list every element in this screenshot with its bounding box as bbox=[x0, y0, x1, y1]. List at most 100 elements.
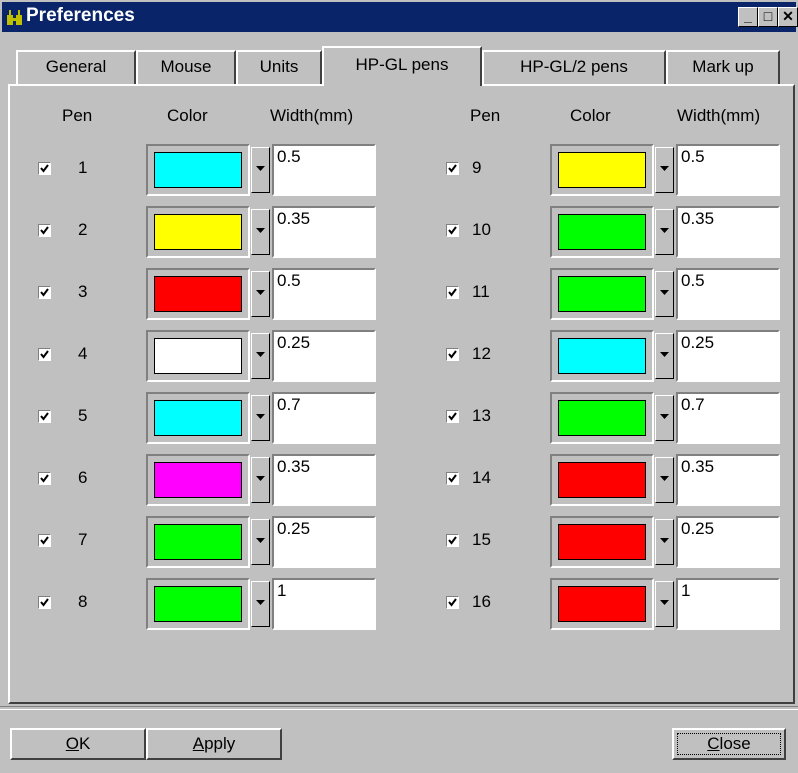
color-swatch-frame bbox=[550, 206, 654, 258]
pen-row: 16 1 bbox=[10, 578, 790, 630]
pen-enabled-checkbox[interactable] bbox=[446, 596, 459, 609]
color-swatch-frame bbox=[550, 578, 654, 630]
pen-row: 11 0.5 bbox=[10, 268, 790, 320]
pen-color-dropdown[interactable] bbox=[550, 516, 676, 568]
pen-header-left: Pen bbox=[62, 106, 93, 125]
pen-width-field[interactable]: 0.5 bbox=[676, 268, 780, 320]
pen-enabled-checkbox[interactable] bbox=[446, 224, 459, 237]
pen-number: 10 bbox=[472, 220, 491, 239]
tab-hpgl2-pens[interactable]: HP-GL/2 pens bbox=[482, 50, 666, 84]
pen-width-field[interactable]: 0.25 bbox=[676, 330, 780, 382]
pen-row: 12 0.25 bbox=[10, 330, 790, 382]
pen-width-field[interactable]: 0.5 bbox=[676, 144, 780, 196]
button-separator bbox=[0, 706, 798, 710]
pen-enabled-checkbox[interactable] bbox=[446, 534, 459, 547]
pen-color-dropdown[interactable] bbox=[550, 144, 676, 196]
pen-color-dropdown[interactable] bbox=[550, 268, 676, 320]
color-swatch-frame bbox=[550, 268, 654, 320]
color-swatch bbox=[558, 152, 646, 188]
dropdown-arrow-button[interactable] bbox=[655, 395, 674, 441]
color-header-right: Color bbox=[570, 106, 611, 125]
pen-color-dropdown[interactable] bbox=[550, 330, 676, 382]
chevron-down-icon bbox=[660, 476, 669, 481]
close-button[interactable]: Close bbox=[672, 728, 786, 760]
color-swatch bbox=[558, 338, 646, 374]
pen-row: 10 0.35 bbox=[10, 206, 790, 258]
close-label-rest: lose bbox=[719, 734, 751, 753]
dropdown-arrow-button[interactable] bbox=[655, 271, 674, 317]
pen-color-dropdown[interactable] bbox=[550, 206, 676, 258]
minimize-button[interactable]: _ bbox=[738, 7, 758, 27]
pen-number: 13 bbox=[472, 406, 491, 425]
dropdown-arrow-button[interactable] bbox=[655, 581, 674, 627]
title-bar[interactable]: Preferences _ □ ✕ bbox=[2, 2, 798, 32]
chevron-down-icon bbox=[660, 228, 669, 233]
color-swatch bbox=[558, 524, 646, 560]
apply-label-rest: pply bbox=[204, 734, 236, 753]
pen-number: 11 bbox=[472, 282, 490, 301]
pen-enabled-checkbox[interactable] bbox=[446, 472, 459, 485]
tab-units[interactable]: Units bbox=[236, 50, 322, 84]
chevron-down-icon bbox=[660, 538, 669, 543]
chevron-down-icon bbox=[660, 166, 669, 171]
pen-enabled-checkbox[interactable] bbox=[446, 286, 459, 299]
color-swatch bbox=[558, 400, 646, 436]
pen-width-field[interactable]: 0.7 bbox=[676, 392, 780, 444]
pen-number: 12 bbox=[472, 344, 491, 363]
hpgl-pens-panel: Pen Color Width(mm) Pen Color Width(mm) … bbox=[8, 84, 795, 704]
pen-row: 9 0.5 bbox=[10, 144, 790, 196]
pen-width-field[interactable]: 0.35 bbox=[676, 454, 780, 506]
color-swatch bbox=[558, 214, 646, 250]
color-swatch bbox=[558, 462, 646, 498]
tab-general[interactable]: General bbox=[16, 50, 136, 84]
pen-width-field[interactable]: 1 bbox=[676, 578, 780, 630]
ok-accel: O bbox=[65, 734, 79, 753]
color-swatch bbox=[558, 276, 646, 312]
chevron-down-icon bbox=[660, 290, 669, 295]
chevron-down-icon bbox=[660, 352, 669, 357]
color-swatch-frame bbox=[550, 516, 654, 568]
pen-color-dropdown[interactable] bbox=[550, 454, 676, 506]
tab-mark-up[interactable]: Mark up bbox=[666, 50, 780, 84]
pen-width-field[interactable]: 0.25 bbox=[676, 516, 780, 568]
color-swatch-frame bbox=[550, 330, 654, 382]
dropdown-arrow-button[interactable] bbox=[655, 457, 674, 503]
dropdown-arrow-button[interactable] bbox=[655, 333, 674, 379]
dropdown-arrow-button[interactable] bbox=[655, 209, 674, 255]
pen-header-right: Pen bbox=[470, 106, 501, 125]
chevron-down-icon bbox=[660, 600, 669, 605]
tab-mouse[interactable]: Mouse bbox=[136, 50, 236, 84]
pen-row: 13 0.7 bbox=[10, 392, 790, 444]
ok-button[interactable]: OK bbox=[10, 728, 146, 760]
tab-hpgl-pens[interactable]: HP-GL pens bbox=[322, 46, 482, 86]
apply-button[interactable]: Apply bbox=[146, 728, 282, 760]
pen-row: 14 0.35 bbox=[10, 454, 790, 506]
color-swatch-frame bbox=[550, 144, 654, 196]
pen-enabled-checkbox[interactable] bbox=[446, 348, 459, 361]
pen-number: 15 bbox=[472, 530, 491, 549]
width-header-right: Width(mm) bbox=[677, 106, 761, 125]
dropdown-arrow-button[interactable] bbox=[655, 147, 674, 193]
window-title: Preferences bbox=[26, 5, 135, 26]
color-swatch-frame bbox=[550, 454, 654, 506]
pen-color-dropdown[interactable] bbox=[550, 578, 676, 630]
maximize-button[interactable]: □ bbox=[758, 7, 778, 27]
pen-number: 14 bbox=[472, 468, 491, 487]
pen-width-field[interactable]: 0.35 bbox=[676, 206, 780, 258]
color-swatch-frame bbox=[550, 392, 654, 444]
ok-label-rest: K bbox=[78, 734, 91, 753]
pen-enabled-checkbox[interactable] bbox=[446, 410, 459, 423]
width-header-left: Width(mm) bbox=[270, 106, 354, 125]
close-accel: C bbox=[707, 734, 720, 753]
preferences-window: Preferences _ □ ✕ General Mouse Units HP… bbox=[0, 0, 798, 773]
close-window-button[interactable]: ✕ bbox=[778, 7, 798, 27]
pen-enabled-checkbox[interactable] bbox=[446, 162, 459, 175]
pen-number: 9 bbox=[472, 158, 482, 177]
app-icon bbox=[7, 10, 22, 25]
color-header-left: Color bbox=[167, 106, 208, 125]
dropdown-arrow-button[interactable] bbox=[655, 519, 674, 565]
pen-color-dropdown[interactable] bbox=[550, 392, 676, 444]
pen-number: 16 bbox=[472, 592, 491, 611]
pen-row: 15 0.25 bbox=[10, 516, 790, 568]
chevron-down-icon bbox=[660, 414, 669, 419]
